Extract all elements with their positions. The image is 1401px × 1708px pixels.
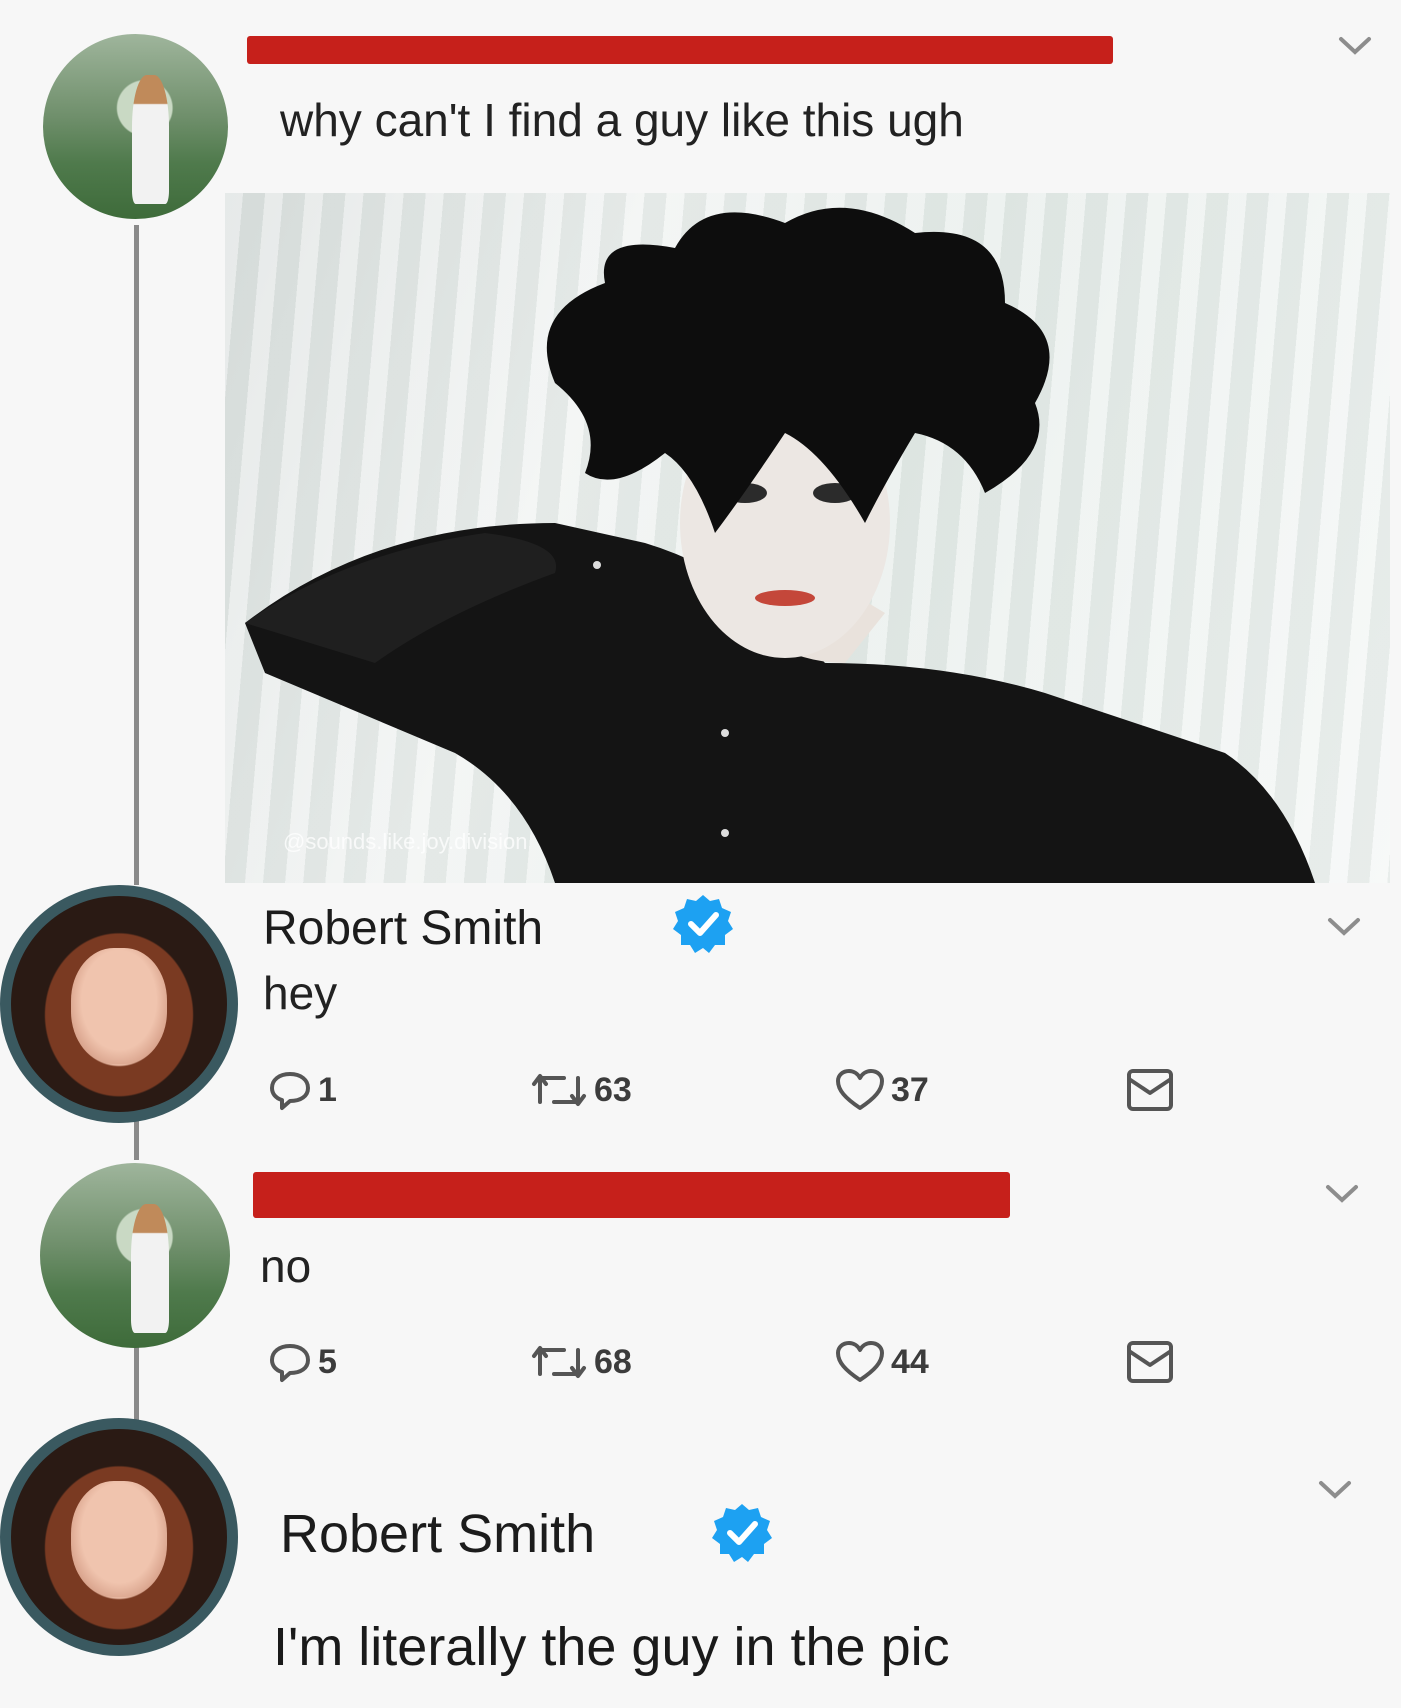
- author-name[interactable]: Robert Smith: [280, 1507, 595, 1561]
- avatar[interactable]: [43, 34, 228, 219]
- thread-line: [134, 1120, 139, 1160]
- retweet-icon: [532, 1346, 586, 1378]
- twitter-thread: why can't I find a guy like this ugh @so…: [0, 0, 1401, 1708]
- like-count: 44: [891, 1342, 929, 1381]
- tweet-text: why can't I find a guy like this ugh: [280, 94, 964, 146]
- retweet-count: 63: [594, 1070, 632, 1109]
- dm-icon: [1127, 1069, 1173, 1111]
- like-count: 37: [891, 1070, 929, 1109]
- dm-button[interactable]: [1125, 1068, 1175, 1112]
- avatar[interactable]: [0, 1418, 238, 1656]
- photo-subject: [245, 207, 1315, 883]
- dm-icon: [1127, 1341, 1173, 1383]
- verified-badge-icon: [712, 1504, 772, 1562]
- retweet-icon: [532, 1074, 586, 1106]
- reply-button[interactable]: 5: [268, 1340, 337, 1384]
- avatar[interactable]: [40, 1163, 230, 1348]
- retweet-button[interactable]: 68: [530, 1340, 632, 1384]
- like-button[interactable]: 37: [835, 1068, 929, 1112]
- redacted-username: [247, 36, 1113, 64]
- avatar[interactable]: [0, 885, 238, 1123]
- chevron-down-icon[interactable]: [1338, 36, 1372, 56]
- tweet-text: no: [260, 1240, 312, 1292]
- dm-button[interactable]: [1125, 1340, 1175, 1384]
- like-icon: [836, 1069, 884, 1110]
- like-icon: [836, 1341, 884, 1382]
- chevron-down-icon[interactable]: [1327, 917, 1361, 937]
- thread-line: [134, 225, 139, 885]
- chevron-down-icon[interactable]: [1325, 1184, 1359, 1204]
- redacted-username: [253, 1172, 1010, 1218]
- tweet-text: I'm literally the guy in the pic: [273, 1617, 950, 1677]
- like-button[interactable]: 44: [835, 1340, 929, 1384]
- reply-count: 1: [318, 1070, 337, 1109]
- verified-badge-icon: [673, 895, 733, 953]
- tweet-photo[interactable]: @sounds.like.joy.division: [225, 193, 1390, 883]
- author-name[interactable]: Robert Smith: [263, 905, 543, 953]
- reply-icon: [270, 1344, 310, 1382]
- photo-watermark: @sounds.like.joy.division: [283, 829, 528, 854]
- retweet-button[interactable]: 63: [530, 1068, 632, 1112]
- retweet-count: 68: [594, 1342, 632, 1381]
- reply-count: 5: [318, 1342, 337, 1381]
- reply-icon: [270, 1072, 310, 1110]
- reply-button[interactable]: 1: [268, 1068, 337, 1112]
- chevron-down-icon[interactable]: [1318, 1480, 1352, 1500]
- tweet-text: hey: [263, 967, 338, 1019]
